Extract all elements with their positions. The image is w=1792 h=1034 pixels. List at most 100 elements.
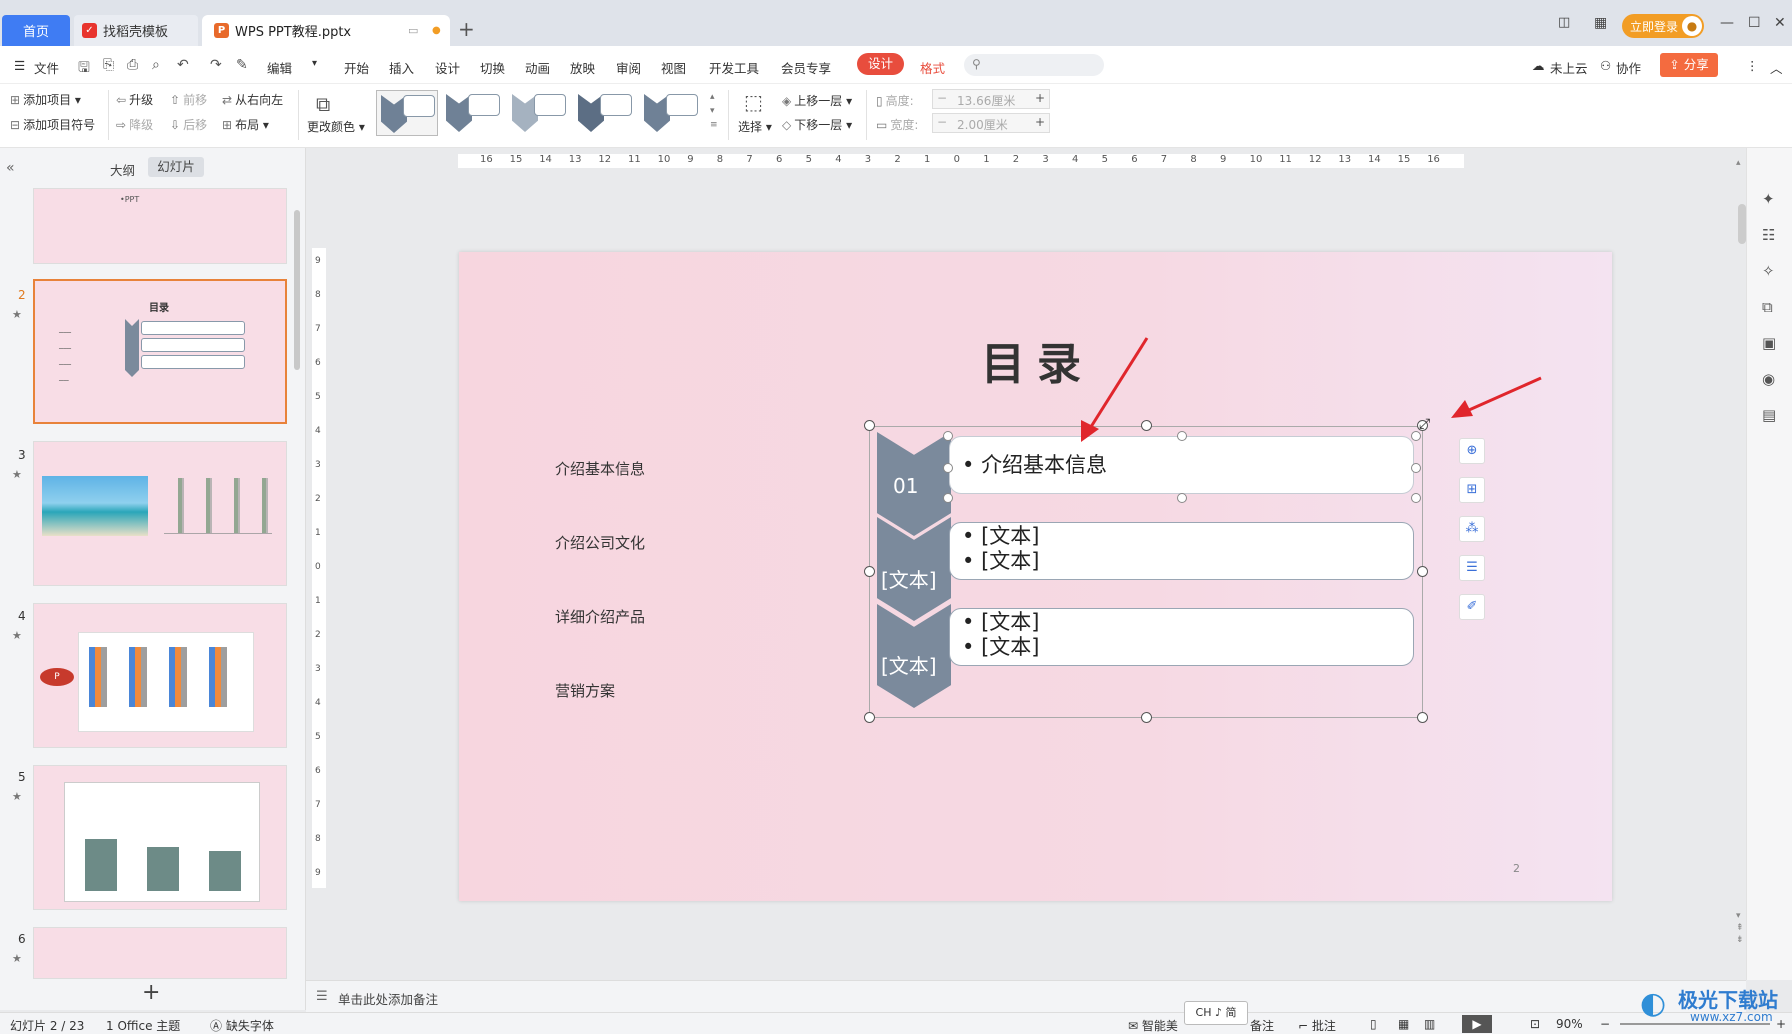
send-backward-button[interactable]: ◇ 下移一层 ▾ xyxy=(782,116,852,133)
grid-icon[interactable]: ▦ xyxy=(1594,15,1607,31)
shape-handle[interactable] xyxy=(1177,431,1187,441)
canvas-scrollbar[interactable] xyxy=(1738,204,1746,244)
minus-icon[interactable]: − xyxy=(937,115,947,129)
select-button[interactable]: 选择 ▾ xyxy=(738,118,772,135)
slide-thumbnail-5[interactable] xyxy=(33,765,287,910)
book-icon[interactable]: ▤ xyxy=(1762,406,1776,424)
menu-edit[interactable]: 编辑 xyxy=(267,58,292,77)
toc-item[interactable]: 介绍基本信息 xyxy=(555,458,645,479)
menu-member[interactable]: 会员专享 xyxy=(781,58,831,77)
resize-handle[interactable] xyxy=(1141,712,1152,723)
notes-area[interactable]: ☰ 单击此处添加备注 xyxy=(306,980,1746,1012)
layout-button[interactable]: ⊞ 布局 ▾ xyxy=(222,116,269,133)
ime-indicator[interactable]: CH ♪ 简 xyxy=(1184,1001,1248,1025)
chevron-label[interactable]: [文本] xyxy=(881,564,937,593)
menu-transition[interactable]: 切换 xyxy=(480,58,505,77)
toc-item[interactable]: 详细介绍产品 xyxy=(555,606,645,627)
close-icon[interactable]: ✕ xyxy=(1774,15,1786,31)
toc-item[interactable]: 介绍公司文化 xyxy=(555,532,645,553)
resize-handle[interactable] xyxy=(864,420,875,431)
bullet-text[interactable]: • [文本] xyxy=(962,633,1413,661)
scroll-down-icon[interactable]: ▾ ⇞ ⇟ xyxy=(1736,910,1744,946)
menu-view[interactable]: 视图 xyxy=(661,58,686,77)
height-stepper[interactable]: − 13.66厘米 + xyxy=(932,89,1050,109)
smartart-text-box[interactable]: • [文本] • [文本] xyxy=(949,522,1414,580)
save-icon[interactable]: 🖫 xyxy=(78,57,90,81)
slide-title[interactable]: 目录 xyxy=(981,328,1093,392)
share-button[interactable]: ⇪ 分享 xyxy=(1660,53,1718,77)
bullet-line[interactable]: [文本] xyxy=(981,524,1039,548)
undo-icon[interactable]: ↶ xyxy=(177,57,189,73)
promote-button[interactable]: ⇦ 升级 xyxy=(116,91,153,108)
width-value[interactable]: 2.00厘米 xyxy=(957,116,1008,133)
bullet-text[interactable]: • [文本] xyxy=(962,547,1413,575)
menu-design-top[interactable]: 设计 xyxy=(435,58,460,77)
select-icon[interactable]: ⬚ xyxy=(744,90,763,114)
menu-format[interactable]: 格式 xyxy=(920,58,945,77)
export-pdf-icon[interactable]: ⎘ xyxy=(103,57,114,73)
tab-home[interactable]: 首页 xyxy=(2,15,70,46)
width-stepper[interactable]: − 2.00厘米 + xyxy=(932,113,1050,133)
theme-name[interactable]: 1 Office 主题 xyxy=(106,1017,180,1034)
fit-icon[interactable]: ⊡ xyxy=(1530,1017,1540,1031)
resize-handle[interactable] xyxy=(864,566,875,577)
bullet-line[interactable]: [文本] xyxy=(981,635,1039,659)
move-back-button[interactable]: ⇩ 后移 xyxy=(170,116,207,133)
tab-document[interactable]: P WPS PPT教程.pptx ▭ ● xyxy=(202,15,450,46)
tab-template[interactable]: ✓ 找稻壳模板 xyxy=(74,15,198,46)
shape-handle[interactable] xyxy=(943,431,953,441)
slide-thumbnail-2[interactable]: 目录 ━━━━━ ━━━━━ ━━━━━ ━━━━ xyxy=(33,279,287,424)
notes-placeholder[interactable]: 单击此处添加备注 xyxy=(338,989,438,1008)
style-swatch[interactable] xyxy=(376,90,438,136)
menu-developer[interactable]: 开发工具 xyxy=(709,58,759,77)
shape-handle[interactable] xyxy=(943,463,953,473)
normal-view-icon[interactable]: ▯ xyxy=(1370,1017,1377,1031)
menu-animation[interactable]: 动画 xyxy=(525,58,550,77)
smartart-text-box[interactable]: • [文本] • [文本] xyxy=(949,608,1414,666)
print-preview-icon[interactable]: ⌕ xyxy=(152,57,160,73)
resize-handle[interactable] xyxy=(1141,420,1152,431)
reading-view-icon[interactable]: ▥ xyxy=(1424,1017,1435,1031)
image-icon[interactable]: ▣ xyxy=(1762,334,1776,352)
shape-handle[interactable] xyxy=(1411,463,1421,473)
redo-icon[interactable]: ↷ xyxy=(210,57,222,73)
more-menu-icon[interactable]: ⋮ xyxy=(1746,58,1759,73)
add-item-button[interactable]: ⊞ 添加项目 ▾ xyxy=(10,91,81,108)
settings-sliders-icon[interactable]: ☷ xyxy=(1762,226,1775,244)
search-input[interactable]: ⚲ xyxy=(964,54,1104,76)
minus-icon[interactable]: − xyxy=(937,91,947,105)
toc-item[interactable]: 营销方案 xyxy=(555,680,615,701)
resize-handle[interactable] xyxy=(1417,712,1428,723)
demote-button[interactable]: ⇨ 降级 xyxy=(116,116,153,133)
change-layout-icon[interactable]: ⊞ xyxy=(1459,477,1485,503)
move-forward-button[interactable]: ⇧ 前移 xyxy=(170,91,207,108)
smartart-style-icon[interactable]: ⁂ xyxy=(1459,516,1485,542)
add-shape-icon[interactable]: ⊕ xyxy=(1459,438,1485,464)
style-swatch[interactable] xyxy=(442,90,504,136)
plus-icon[interactable]: + xyxy=(1035,115,1045,129)
change-color-icon[interactable]: ⧉ xyxy=(316,92,330,116)
cloud-status[interactable]: 未上云 xyxy=(1550,58,1588,77)
minimize-icon[interactable]: — xyxy=(1720,15,1734,31)
shape-handle[interactable] xyxy=(1177,493,1187,503)
brush-icon[interactable]: ✐ xyxy=(1459,594,1485,620)
shape-handle[interactable] xyxy=(1411,493,1421,503)
menu-slideshow[interactable]: 放映 xyxy=(570,58,595,77)
slide[interactable]: 目录 介绍基本信息 介绍公司文化 详细介绍产品 营销方案 01 [文本] [文本… xyxy=(459,252,1612,901)
add-slide-button[interactable]: + xyxy=(142,980,160,1005)
chevron-label[interactable]: [文本] xyxy=(881,650,937,679)
menu-file[interactable]: 文件 xyxy=(34,58,59,77)
magic-icon[interactable]: ✦ xyxy=(1762,190,1775,208)
new-tab-button[interactable]: + xyxy=(458,17,475,41)
shape-handle[interactable] xyxy=(943,493,953,503)
cloud-icon[interactable]: ☁ xyxy=(1532,58,1545,73)
collab-icon[interactable]: ⚇ xyxy=(1600,58,1611,73)
text-pane-icon[interactable]: ☰ xyxy=(1459,555,1485,581)
bullet-line[interactable]: [文本] xyxy=(981,610,1039,634)
sorter-view-icon[interactable]: ▦ xyxy=(1398,1017,1409,1031)
slide-thumbnail-1[interactable]: •PPT xyxy=(33,188,287,264)
resize-handle[interactable] xyxy=(864,712,875,723)
bring-forward-button[interactable]: ◈ 上移一层 ▾ xyxy=(782,92,852,109)
menu-smartart-design[interactable]: 设计 xyxy=(857,53,904,75)
monitor-icon[interactable]: ▭ xyxy=(408,24,418,37)
